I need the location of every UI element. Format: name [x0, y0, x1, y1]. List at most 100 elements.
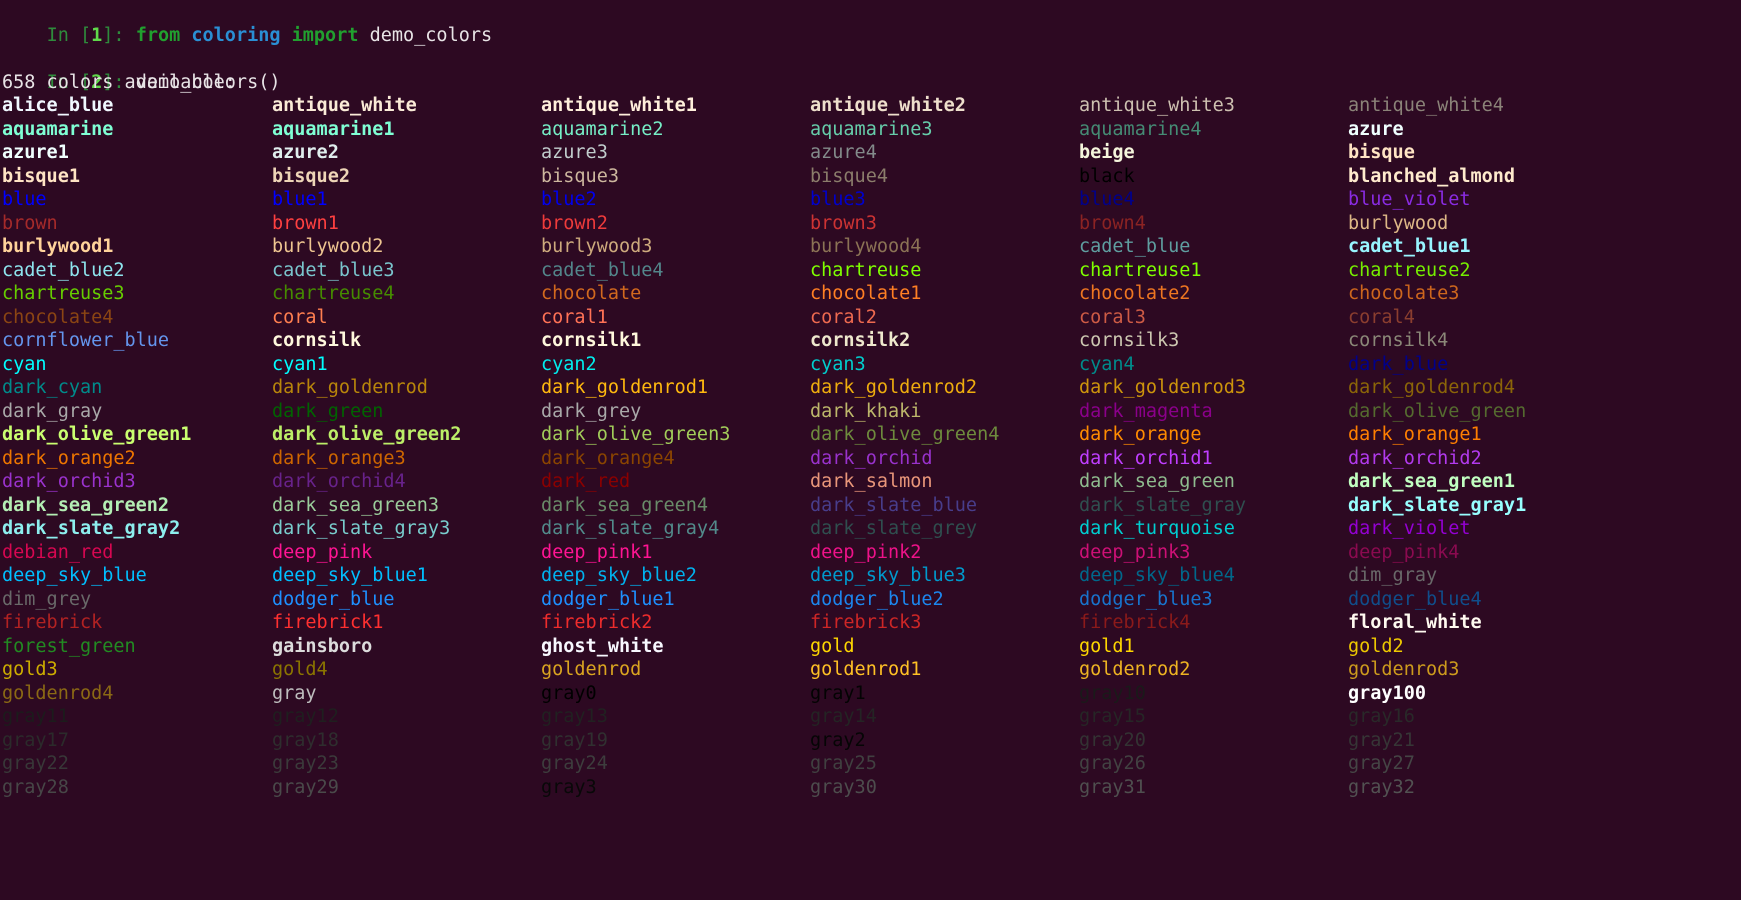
- color-grid-row: deep_sky_blue deep_sky_blue1 deep_sky_blue…: [2, 564, 1741, 588]
- color-name-label: chocolate4: [2, 306, 114, 328]
- color-name-label: dodger_blue3: [1079, 588, 1213, 610]
- color-name-label: gray2: [810, 729, 866, 751]
- color-name-label: blue3: [810, 189, 866, 210]
- color-name-label: gold: [810, 635, 855, 657]
- color-name-grid: alice_blue antique_white antique_white1 ant…: [2, 94, 1741, 799]
- color-name-label: burlywood1: [2, 236, 114, 257]
- color-name-label: aquamarine2: [541, 118, 664, 140]
- color-name-label: deep_sky_blue4: [1079, 565, 1235, 586]
- color-name-label: gray19: [541, 729, 608, 751]
- color-name-label: dark_slate_blue: [810, 494, 978, 516]
- color-name-label: floral_white: [1348, 612, 1482, 633]
- color-name-label: dark_goldenrod1: [541, 377, 709, 398]
- color-name-label: coral1: [541, 306, 608, 328]
- color-name-label: cornsilk1: [541, 330, 642, 351]
- color-grid-row: gray28 gray29 gray3 gray30 gray31 gray32: [2, 776, 1741, 800]
- color-name-label: alice_blue: [2, 95, 114, 116]
- color-grid-row: dark_slate_gray2 dark_slate_gray3 dark_sla…: [2, 517, 1741, 541]
- color-name-label: dark_sea_green4: [541, 494, 709, 516]
- color-name-label: gray20: [1079, 729, 1146, 751]
- color-name-label: azure1: [2, 142, 69, 163]
- color-name-label: dark_slate_gray2: [2, 518, 181, 539]
- color-name-label: deep_pink2: [810, 541, 922, 563]
- color-name-label: dark_slate_gray3: [272, 518, 451, 539]
- color-name-label: bisque3: [541, 165, 619, 187]
- color-name-label: gray0: [541, 682, 597, 704]
- color-grid-row: dark_gray dark_green dark_grey dark_khaki da…: [2, 400, 1741, 424]
- color-name-label: antique_white4: [1348, 95, 1504, 116]
- color-name-label: brown1: [272, 212, 339, 234]
- color-name-label: gray22: [2, 753, 69, 774]
- color-grid-row: burlywood1 burlywood2 burlywood3 burlywood4…: [2, 235, 1741, 259]
- color-grid-row: dark_cyan dark_goldenrod dark_goldenrod1 da…: [2, 376, 1741, 400]
- color-name-label: aquamarine1: [272, 118, 395, 140]
- color-grid-row: firebrick firebrick1 firebrick2 firebrick3 f…: [2, 611, 1741, 635]
- color-grid-row: goldenrod4 gray gray0 gray1 gray10 gray100: [2, 682, 1741, 706]
- color-name-label: dark_goldenrod: [272, 377, 428, 398]
- color-name-label: firebrick: [2, 612, 103, 633]
- color-name-label: coral: [272, 306, 328, 328]
- color-name-label: gray29: [272, 776, 339, 798]
- color-name-label: deep_pink1: [541, 541, 653, 563]
- color-name-label: firebrick1: [272, 612, 384, 633]
- color-name-label: dark_orange4: [541, 447, 675, 469]
- color-name-label: dodger_blue: [272, 588, 395, 610]
- color-name-label: coral4: [1348, 306, 1415, 328]
- color-name-label: goldenrod1: [810, 659, 922, 680]
- color-name-label: aquamarine3: [810, 118, 933, 140]
- color-name-label: dark_orange3: [272, 447, 406, 469]
- color-name-label: azure4: [810, 142, 877, 163]
- color-name-label: dim_gray: [1348, 565, 1438, 586]
- color-name-label: dark_cyan: [2, 377, 103, 398]
- color-name-label: firebrick3: [810, 612, 922, 633]
- color-name-label: debian_red: [2, 541, 114, 563]
- color-name-label: dark_grey: [541, 400, 642, 422]
- color-name-label: brown3: [810, 212, 877, 234]
- color-name-label: cadet_blue2: [2, 259, 125, 281]
- color-name-label: gray25: [810, 753, 877, 774]
- color-name-label: chartreuse1: [1079, 259, 1202, 281]
- color-name-label: dark_orchid3: [2, 471, 136, 492]
- color-name-label: chocolate3: [1348, 283, 1460, 304]
- color-name-label: dark_orchid4: [272, 471, 406, 492]
- color-name-label: gray1: [810, 682, 866, 704]
- color-name-label: gold1: [1079, 635, 1135, 657]
- color-name-label: goldenrod2: [1079, 659, 1191, 680]
- color-grid-row: dark_orchid3 dark_orchid4 dark_red dark_sal…: [2, 470, 1741, 494]
- color-grid-row: chocolate4 coral coral1 coral2 coral3 coral4: [2, 306, 1741, 330]
- color-name-label: gray31: [1079, 776, 1146, 798]
- color-name-label: gray30: [810, 776, 877, 798]
- color-name-label: aquamarine: [2, 118, 114, 140]
- color-name-label: dark_olive_green4: [810, 424, 1000, 445]
- color-name-label: dark_khaki: [810, 400, 922, 422]
- color-name-label: dark_olive_green1: [2, 424, 192, 445]
- prompt-label-open-1: In [: [46, 24, 92, 46]
- color-name-label: dark_orchid1: [1079, 447, 1213, 469]
- color-name-label: gray14: [810, 706, 877, 727]
- color-grid-row: brown brown1 brown2 brown3 brown4 burlywood: [2, 212, 1741, 236]
- color-name-label: cornsilk2: [810, 330, 911, 351]
- color-name-label: cornsilk: [272, 330, 362, 351]
- color-name-label: gold2: [1348, 635, 1404, 657]
- color-name-label: bisque2: [272, 165, 350, 187]
- color-name-label: gray23: [272, 753, 339, 774]
- color-name-label: cyan1: [272, 353, 328, 375]
- color-name-label: blue_violet: [1348, 189, 1471, 210]
- color-name-label: cyan: [2, 353, 47, 375]
- color-name-label: chocolate: [541, 283, 642, 304]
- color-name-label: antique_white2: [810, 95, 966, 116]
- color-name-label: dark_blue: [1348, 353, 1449, 375]
- color-name-label: dark_slate_gray1: [1348, 494, 1527, 516]
- color-grid-row: cornflower_blue cornsilk cornsilk1 cornsilk…: [2, 329, 1741, 353]
- color-grid-row: gold3 gold4 goldenrod goldenrod1 goldenrod2 g…: [2, 658, 1741, 682]
- color-name-label: firebrick2: [541, 612, 653, 633]
- color-grid-row: azure1 azure2 azure3 azure4 beige bisque: [2, 141, 1741, 165]
- color-grid-row: gray11 gray12 gray13 gray14 gray15 gray16: [2, 705, 1741, 729]
- color-name-label: blue1: [272, 189, 328, 210]
- color-name-label: azure2: [272, 142, 339, 163]
- color-name-label: chocolate2: [1079, 283, 1191, 304]
- color-name-label: chartreuse4: [272, 283, 395, 304]
- color-name-label: dark_slate_gray: [1079, 494, 1247, 516]
- color-name-label: gray27: [1348, 753, 1415, 774]
- color-name-label: cornsilk4: [1348, 330, 1449, 351]
